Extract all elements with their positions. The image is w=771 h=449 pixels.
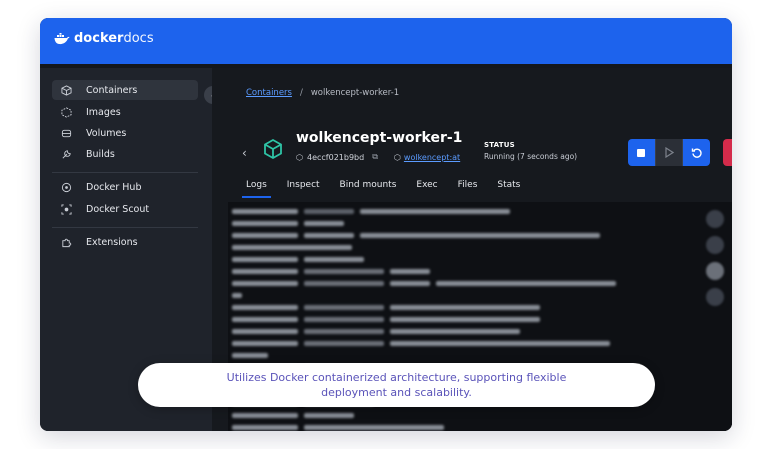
detail-tabs: Logs Inspect Bind mounts Exec Files Stat… — [236, 180, 530, 198]
breadcrumb-current: wolkencept-worker-1 — [310, 88, 400, 98]
brand-bold: docker — [74, 31, 124, 46]
sidebar-item-label: Volumes — [86, 127, 127, 139]
tab-exec[interactable]: Exec — [406, 180, 447, 198]
sidebar-item-label: Images — [86, 106, 121, 118]
image-icon: ⬡ — [393, 152, 401, 162]
stop-button[interactable] — [628, 139, 655, 166]
sidebar-item-docker-hub[interactable]: Docker Hub — [52, 177, 198, 197]
tab-files[interactable]: Files — [448, 180, 488, 198]
start-button[interactable] — [654, 139, 684, 166]
sidebar-item-volumes[interactable]: Volumes — [52, 123, 198, 143]
status-block: STATUS Running (7 seconds ago) — [484, 141, 577, 161]
back-chevron-icon[interactable]: ‹ — [242, 146, 247, 160]
volume-icon — [60, 127, 72, 139]
caption-banner: Utilizes Docker containerized architectu… — [138, 363, 655, 407]
sidebar-item-containers[interactable]: Containers — [52, 80, 198, 100]
timestamp-toggle-icon[interactable] — [706, 262, 724, 280]
stop-icon — [637, 148, 646, 157]
caption-text: Utilizes Docker containerized architectu… — [227, 370, 567, 400]
log-line — [232, 340, 610, 348]
sidebar-item-label: Extensions — [86, 236, 138, 248]
log-line — [232, 352, 268, 360]
container-name: wolkencept-worker-1 — [296, 130, 463, 146]
log-line — [232, 208, 510, 216]
container-id: 4eccf021b9bd — [306, 152, 365, 162]
log-line — [232, 292, 242, 300]
sidebar-item-docker-scout[interactable]: Docker Scout — [52, 199, 198, 219]
search-icon[interactable] — [706, 210, 724, 228]
container-controls — [628, 139, 710, 166]
sidebar-item-label: Docker Scout — [86, 203, 150, 215]
caption-line-2: deployment and scalability. — [321, 386, 472, 399]
clear-logs-icon[interactable] — [706, 288, 724, 306]
status-label: STATUS — [484, 141, 515, 149]
log-line — [232, 268, 430, 276]
breadcrumb-containers-link[interactable]: Containers — [246, 88, 292, 98]
log-line — [232, 328, 520, 336]
copy-icon[interactable]: ⧉ — [372, 152, 378, 162]
docker-whale-icon — [54, 32, 70, 44]
trash-icon — [731, 147, 732, 159]
settings-icon[interactable] — [706, 236, 724, 254]
sidebar-divider — [52, 227, 198, 228]
sidebar-item-extensions[interactable]: Extensions — [52, 232, 198, 252]
log-toolbar — [704, 202, 726, 322]
log-line — [232, 232, 600, 240]
status-value: Running (7 seconds ago) — [484, 152, 578, 161]
log-line — [232, 304, 540, 312]
tab-inspect[interactable]: Inspect — [277, 180, 330, 198]
top-bar: docker docs — [40, 18, 732, 64]
sidebar-item-label: Docker Hub — [86, 181, 142, 193]
brand-light: docs — [123, 31, 154, 46]
container-cube-icon — [264, 138, 282, 160]
tab-stats[interactable]: Stats — [487, 180, 530, 198]
sidebar-divider — [52, 172, 198, 173]
play-icon — [665, 147, 674, 158]
puzzle-icon — [60, 236, 72, 248]
sidebar-item-builds[interactable]: Builds — [52, 144, 198, 164]
log-line — [232, 256, 364, 264]
log-line — [232, 220, 344, 228]
wrench-icon — [60, 148, 72, 160]
sidebar-item-label: Builds — [86, 148, 115, 160]
image-link[interactable]: wolkencept:at — [404, 153, 460, 162]
restart-icon — [691, 147, 702, 158]
log-line — [232, 316, 540, 324]
tab-logs[interactable]: Logs — [236, 180, 277, 198]
tab-bind-mounts[interactable]: Bind mounts — [330, 180, 407, 198]
caption-line-1: Utilizes Docker containerized architectu… — [226, 371, 567, 384]
docker-docs-logo[interactable]: docker docs — [54, 31, 154, 46]
small-cube-icon: ⬡ — [296, 152, 303, 162]
breadcrumb-separator: / — [299, 88, 303, 98]
log-line — [232, 280, 616, 288]
scout-icon — [60, 203, 72, 215]
sidebar-item-label: Containers — [86, 84, 138, 96]
breadcrumb: Containers / wolkencept-worker-1 — [246, 88, 399, 98]
restart-button[interactable] — [683, 139, 710, 166]
hub-icon — [60, 181, 72, 193]
sidebar-item-images[interactable]: Images — [52, 102, 198, 122]
log-line — [232, 424, 444, 431]
log-line — [232, 244, 352, 252]
delete-button[interactable] — [723, 139, 732, 166]
log-line — [232, 412, 354, 420]
image-cube-icon — [60, 106, 72, 118]
cube-icon — [60, 84, 72, 96]
container-meta: ⬡ 4eccf021b9bd ⧉ ⬡ wolkencept:at — [296, 152, 460, 162]
